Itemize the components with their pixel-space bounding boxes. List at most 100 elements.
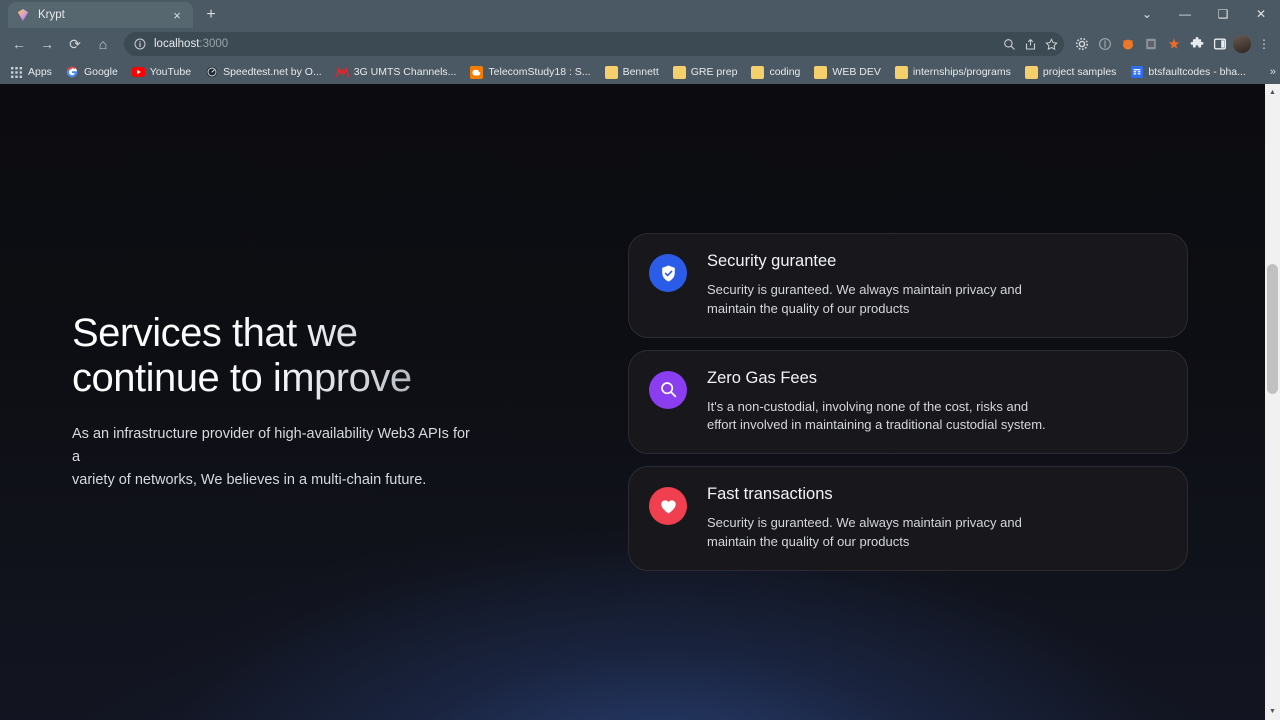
krypt-logo-icon <box>16 8 30 22</box>
toolbar-extensions: ⋮ <box>1072 34 1274 54</box>
new-tab-button[interactable]: + <box>198 2 224 28</box>
bookmark-label: coding <box>769 66 801 78</box>
service-card-fast-transactions[interactable]: Fast transactions Security is guranteed.… <box>628 466 1188 571</box>
bookmark-speedtest[interactable]: Speedtest.net by O... <box>199 64 328 81</box>
page-viewport: Services that we continue to improve As … <box>0 84 1280 720</box>
site-info-icon[interactable] <box>134 38 146 50</box>
service-card-security[interactable]: Security gurantee Security is guranteed.… <box>628 233 1188 338</box>
extensions-puzzle-icon[interactable] <box>1187 34 1207 54</box>
page-subtitle: As an infrastructure provider of high-av… <box>72 426 470 489</box>
service-card-zero-gas-fees[interactable]: Zero Gas Fees It's a non-custodial, invo… <box>628 349 1188 455</box>
folder-icon <box>894 65 908 79</box>
speedtest-icon <box>205 66 218 79</box>
address-bar[interactable]: localhost:3000 <box>124 32 1064 56</box>
bookmark-label: Apps <box>28 66 52 78</box>
shield-extension-icon[interactable] <box>1095 34 1115 54</box>
bookmark-label: internships/programs <box>912 66 1011 78</box>
apps-grid-icon <box>10 66 23 79</box>
browser-window: Krypt × + ⌄ — ❑ ✕ ← → ⟳ ⌂ localhost:3000 <box>0 0 1280 84</box>
share-icon[interactable] <box>1024 38 1037 51</box>
orange-extension-icon[interactable] <box>1118 34 1138 54</box>
bookmark-3g-umts[interactable]: 3G UMTS Channels... <box>330 64 463 81</box>
bookmark-web-dev[interactable]: WEB DEV <box>808 64 886 81</box>
bookmark-gre-prep[interactable]: GRE prep <box>667 64 744 81</box>
folder-icon <box>604 65 618 79</box>
window-controls: ⌄ — ❑ ✕ <box>1128 0 1280 28</box>
bookmark-label: GRE prep <box>690 66 738 78</box>
browser-tab[interactable]: Krypt × <box>8 2 193 28</box>
card-description: It's a non-custodial, involving none of … <box>707 398 1046 433</box>
url-text: localhost:3000 <box>154 38 228 50</box>
maximize-icon[interactable]: ❑ <box>1204 0 1242 28</box>
bookmark-bennett[interactable]: Bennett <box>599 64 665 81</box>
bookmark-google[interactable]: Google <box>60 64 124 81</box>
grey-extension-icon[interactable] <box>1141 34 1161 54</box>
bookmarks-overflow-icon[interactable]: » <box>1270 66 1276 78</box>
blogger-icon <box>470 65 484 79</box>
settings-extension-icon[interactable] <box>1072 34 1092 54</box>
page-scrollbar[interactable]: ▲ ▼ <box>1265 84 1280 720</box>
bookmark-label: btsfaultcodes - bha... <box>1148 66 1246 78</box>
back-icon[interactable]: ← <box>6 31 32 57</box>
url-host: localhost <box>154 38 200 50</box>
services-section: Services that we continue to improve As … <box>0 84 1280 720</box>
folder-icon <box>672 65 686 79</box>
window-close-icon[interactable]: ✕ <box>1242 0 1280 28</box>
folder-icon <box>1024 65 1038 79</box>
page-title: Services that we continue to improve <box>72 311 620 401</box>
bookmark-label: Google <box>83 66 118 78</box>
side-panel-icon[interactable] <box>1210 34 1230 54</box>
youtube-icon <box>131 66 145 79</box>
scroll-up-icon[interactable]: ▲ <box>1265 84 1280 101</box>
google-icon <box>66 66 79 79</box>
card-body: Zero Gas Fees It's a non-custodial, invo… <box>707 369 1167 435</box>
bookmark-label: project samples <box>1042 66 1117 78</box>
services-intro: Services that we continue to improve As … <box>0 311 620 492</box>
bookmark-btsfaultcodes[interactable]: btsfaultcodes - bha... <box>1124 64 1251 81</box>
omnibox-actions <box>1003 37 1058 51</box>
shield-check-icon <box>649 254 687 293</box>
star-icon[interactable] <box>1045 37 1058 51</box>
bookmark-coding[interactable]: coding <box>745 64 806 81</box>
home-icon[interactable]: ⌂ <box>90 31 116 57</box>
tab-title: Krypt <box>38 9 65 21</box>
bookmark-label: Bennett <box>622 66 659 78</box>
bookmark-label: 3G UMTS Channels... <box>353 66 457 78</box>
tab-strip: Krypt × + ⌄ — ❑ ✕ <box>0 0 1280 28</box>
sheets-icon <box>1130 66 1143 79</box>
bookmark-label: Speedtest.net by O... <box>223 66 322 78</box>
browser-menu-icon[interactable]: ⋮ <box>1254 34 1274 54</box>
zoom-icon[interactable] <box>1003 38 1016 51</box>
url-port: :3000 <box>199 38 229 50</box>
star-extension-icon[interactable] <box>1164 34 1184 54</box>
minimize-icon[interactable]: — <box>1166 0 1204 28</box>
heart-icon <box>649 487 687 526</box>
bookmark-apps[interactable]: Apps <box>4 64 58 81</box>
scroll-down-icon[interactable]: ▼ <box>1265 703 1280 720</box>
forward-icon[interactable]: → <box>34 31 60 57</box>
reload-icon[interactable]: ⟳ <box>62 31 88 57</box>
umts-icon <box>335 66 349 79</box>
browser-toolbar: ← → ⟳ ⌂ localhost:3000 ⋮ <box>0 28 1280 60</box>
bookmark-project-samples[interactable]: project samples <box>1019 64 1123 81</box>
card-title: Fast transactions <box>707 485 833 504</box>
bookmark-label: WEB DEV <box>832 66 881 78</box>
card-body: Security gurantee Security is guranteed.… <box>707 252 1167 318</box>
card-title: Security gurantee <box>707 252 837 271</box>
close-icon[interactable]: × <box>169 7 185 23</box>
bookmark-internships-programs[interactable]: internships/programs <box>889 64 1017 81</box>
service-cards: Security gurantee Security is guranteed.… <box>628 233 1188 571</box>
folder-icon <box>814 65 828 79</box>
card-title: Zero Gas Fees <box>707 368 818 387</box>
bookmark-youtube[interactable]: YouTube <box>126 64 197 81</box>
card-description: Security is guranteed. We always maintai… <box>707 515 1022 549</box>
bookmarks-bar: Apps Google YouTube Speedtest.net by O..… <box>0 60 1280 84</box>
bookmark-label: TelecomStudy18 : S... <box>488 66 591 78</box>
profile-avatar[interactable] <box>1233 35 1251 53</box>
folder-icon <box>751 65 765 79</box>
search-icon <box>649 370 687 409</box>
bookmark-telecomstudy18[interactable]: TelecomStudy18 : S... <box>464 64 596 81</box>
bookmark-label: YouTube <box>149 66 192 78</box>
scrollbar-thumb[interactable] <box>1267 264 1278 394</box>
tab-search-icon[interactable]: ⌄ <box>1128 0 1166 28</box>
